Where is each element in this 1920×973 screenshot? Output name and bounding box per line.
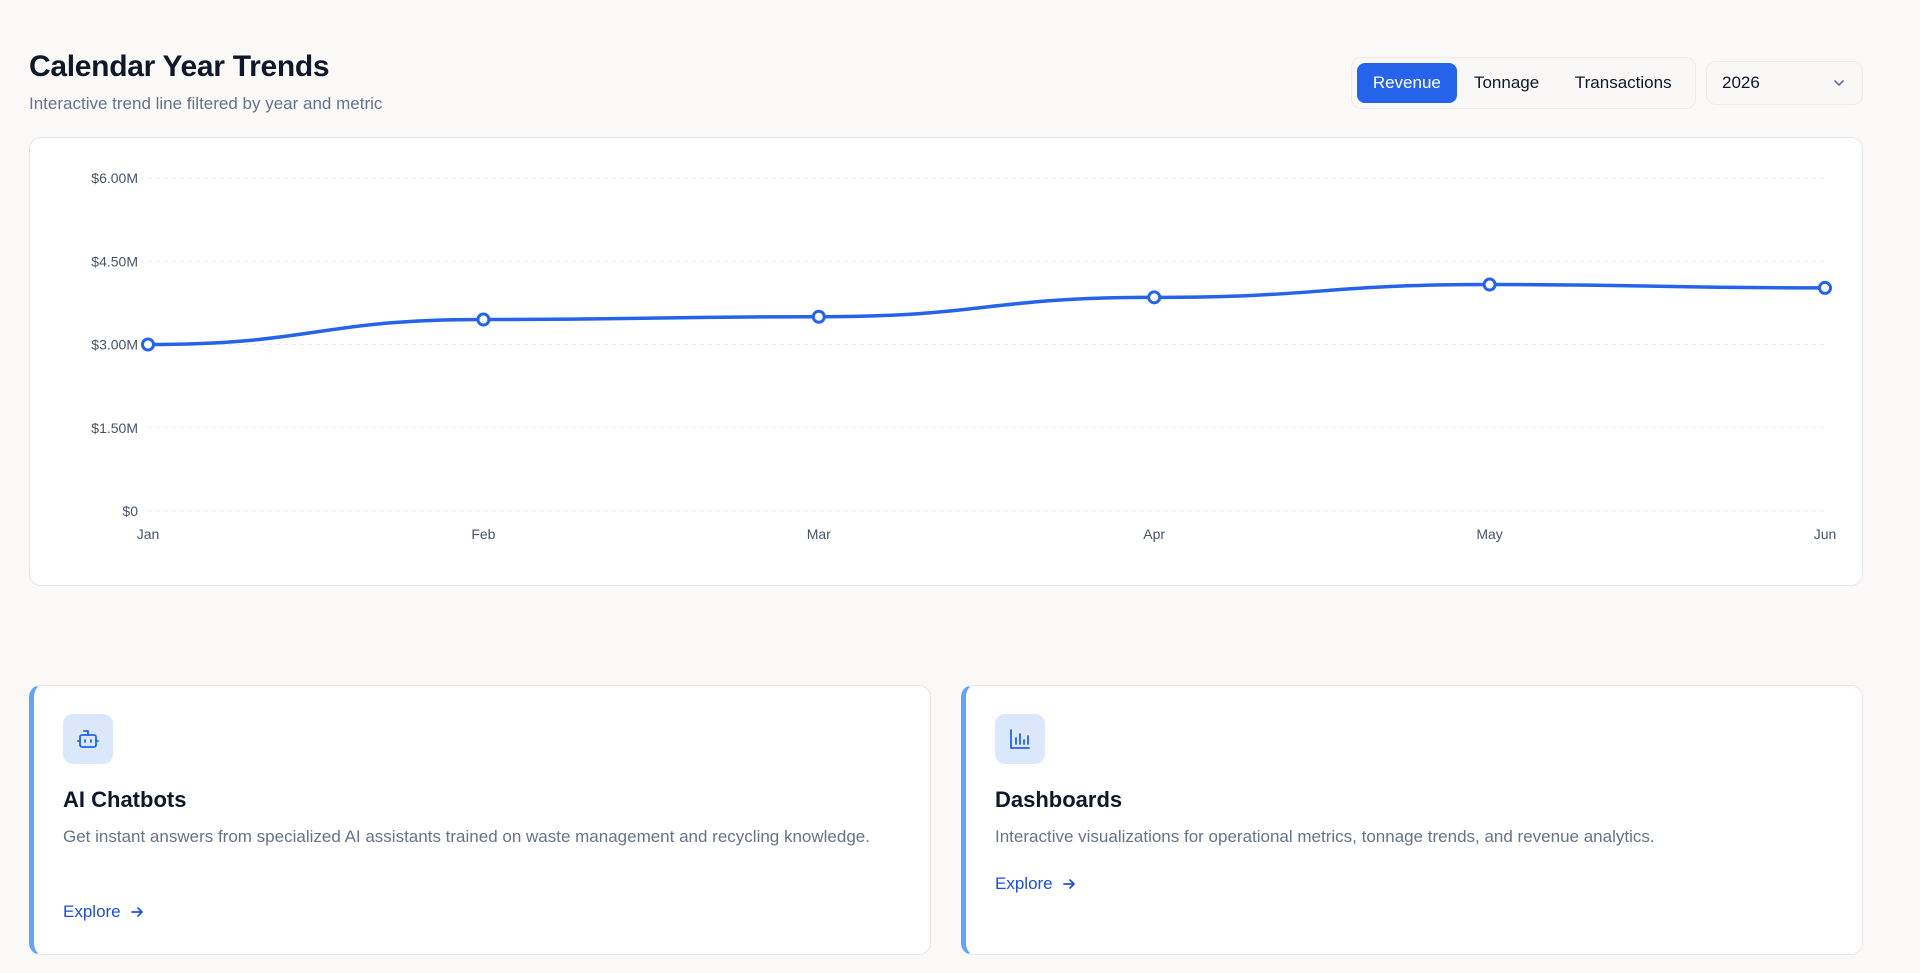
- card-title: Dashboards: [995, 787, 1123, 812]
- x-tick-label: Feb: [471, 526, 495, 542]
- series-line: [146, 282, 1827, 347]
- data-point: [141, 337, 155, 352]
- x-tick-label: Jan: [137, 526, 160, 542]
- trend-line-chart: $0 $1.50M $3.00M $4.50M $6.00M Jan Feb Mar Apr Ma…: [91, 170, 1837, 542]
- page-header: Calendar Year Trends Interactive trend l…: [29, 50, 382, 114]
- data-point: [476, 312, 491, 327]
- x-tick-label: May: [1476, 526, 1502, 542]
- bar-chart-icon: [995, 714, 1045, 764]
- x-tick-label: Jun: [1814, 526, 1837, 542]
- x-tick-label: Apr: [1143, 526, 1165, 542]
- explore-link[interactable]: Explore: [63, 902, 145, 922]
- explore-link-label: Explore: [995, 874, 1053, 893]
- data-point: [1147, 290, 1162, 305]
- card-description: Interactive visualizations for operation…: [995, 827, 1655, 846]
- explore-link[interactable]: Explore: [995, 874, 1077, 894]
- bot-icon: [63, 714, 113, 764]
- page-title: Calendar Year Trends: [29, 50, 330, 83]
- trend-chart-card: $0 $1.50M $3.00M $4.50M $6.00M Jan Feb Mar Apr Ma…: [29, 137, 1863, 586]
- y-tick-label: $3.00M: [91, 337, 138, 353]
- card-description: Get instant answers from specialized AI …: [63, 827, 870, 846]
- data-point: [1482, 277, 1497, 292]
- page-subtitle: Interactive trend line filtered by year …: [29, 94, 383, 113]
- y-tick-label: $0: [122, 503, 138, 519]
- y-tick-label: $4.50M: [91, 253, 138, 269]
- year-select[interactable]: 2026: [1706, 61, 1863, 105]
- feature-card-dashboards[interactable]: Dashboards Interactive visualizations fo…: [961, 685, 1863, 955]
- y-tick-label: $1.50M: [91, 420, 138, 436]
- toggle-tonnage[interactable]: Tonnage: [1457, 63, 1557, 103]
- toggle-revenue[interactable]: Revenue: [1357, 63, 1457, 103]
- toggle-transactions[interactable]: Transactions: [1556, 63, 1690, 103]
- feature-card-ai-chatbots[interactable]: AI Chatbots Get instant answers from spe…: [29, 685, 931, 955]
- data-point: [811, 309, 826, 324]
- arrow-right-icon: [1062, 879, 1075, 889]
- card-title: AI Chatbots: [63, 787, 187, 812]
- chevron-down-icon: [1834, 80, 1844, 86]
- explore-link-label: Explore: [63, 902, 121, 921]
- data-point: [1818, 280, 1832, 295]
- year-select-value: 2026: [1722, 73, 1760, 92]
- y-tick-label: $6.00M: [91, 170, 138, 186]
- arrow-right-icon: [130, 907, 143, 917]
- metric-toggle: Revenue Tonnage Transactions: [1351, 57, 1696, 109]
- x-tick-label: Mar: [807, 526, 831, 542]
